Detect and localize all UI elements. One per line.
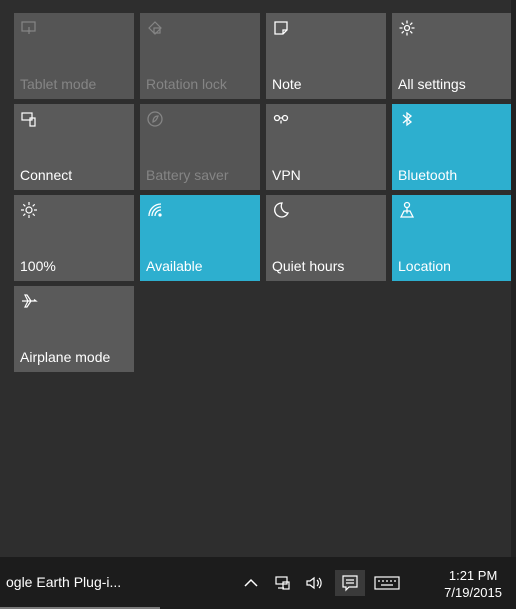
vpn-icon [272,110,290,128]
note-icon [272,19,290,37]
brightness-icon [20,201,38,219]
action-center-panel: Tablet mode Rotation lock Note All setti… [0,0,516,557]
tile-connect[interactable]: Connect [14,104,134,190]
tile-brightness[interactable]: 100% [14,195,134,281]
tile-note[interactable]: Note [266,13,386,99]
tile-label: Airplane mode [20,349,111,365]
tile-vpn[interactable]: VPN [266,104,386,190]
taskbar-app-label: ogle Earth Plug-i... [6,574,122,590]
clock[interactable]: 1:21 PM 7/19/2015 [444,567,502,601]
tile-label: Connect [20,167,73,183]
location-icon [398,201,416,219]
tile-all-settings[interactable]: All settings [392,13,512,99]
tile-label: VPN [272,167,301,183]
connect-icon [20,110,38,128]
tile-quiet-hours[interactable]: Quiet hours [266,195,386,281]
airplane-icon [20,292,38,310]
panel-scrollbar[interactable] [511,0,516,557]
tablet-mode-icon [20,19,38,37]
tile-label: Rotation lock [146,76,227,92]
bluetooth-icon [398,110,416,128]
tile-label: 100% [20,258,56,274]
tile-label: Quiet hours [272,258,345,274]
tile-rotation-lock[interactable]: Rotation lock [140,13,260,99]
clock-date: 7/19/2015 [444,585,502,600]
tile-wifi[interactable]: Available [140,195,260,281]
tile-label: All settings [398,76,466,92]
volume-icon[interactable] [302,570,326,596]
tile-tablet-mode[interactable]: Tablet mode [14,13,134,99]
chevron-up-icon[interactable] [239,570,263,596]
clock-time: 1:21 PM [448,568,498,583]
wifi-icon [146,201,164,219]
taskbar: ogle Earth Plug-i... 1:21 PM 7/19/2015 [0,557,516,609]
tile-label: Note [272,76,302,92]
tile-location[interactable]: Location [392,195,512,281]
tile-label: Location [398,258,451,274]
tile-label: Tablet mode [20,76,97,92]
tile-label: Bluetooth [398,167,458,183]
rotation-lock-icon [146,19,164,37]
moon-icon [272,201,290,219]
taskbar-app-button[interactable]: ogle Earth Plug-i... [0,557,165,609]
gear-icon [398,19,416,37]
tile-label: Available [146,258,203,274]
battery-saver-icon [146,110,164,128]
network-icon[interactable] [271,570,295,596]
tile-airplane-mode[interactable]: Airplane mode [14,286,134,372]
tile-battery-saver[interactable]: Battery saver [140,104,260,190]
tile-label: Battery saver [146,167,229,183]
action-center-icon[interactable] [335,570,365,596]
keyboard-icon[interactable] [371,570,403,596]
tile-bluetooth[interactable]: Bluetooth [392,104,512,190]
